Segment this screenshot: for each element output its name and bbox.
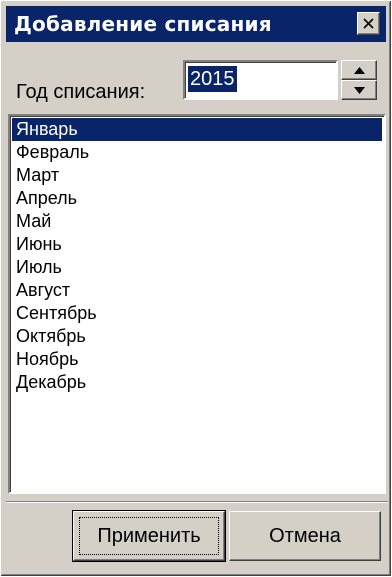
month-item[interactable]: Сентябрь: [12, 302, 382, 325]
month-list[interactable]: Январь Февраль Март Апрель Май Июнь Июль Август…: [8, 114, 386, 494]
month-item[interactable]: Октябрь: [12, 325, 382, 348]
month-item[interactable]: Декабрь: [12, 371, 382, 394]
focus-rect: [79, 517, 219, 555]
arrow-up-icon: [354, 67, 365, 74]
spin-down-button[interactable]: [341, 80, 377, 100]
month-item[interactable]: Апрель: [12, 187, 382, 210]
title-bar[interactable]: Добавление списания: [6, 6, 386, 42]
divider: [6, 501, 388, 503]
dialog-window: Добавление списания Год списания: 2015 Я…: [0, 0, 392, 577]
month-item[interactable]: Февраль: [12, 141, 382, 164]
cancel-button[interactable]: Отмена: [229, 511, 381, 561]
close-icon: [363, 18, 374, 29]
month-item[interactable]: Март: [12, 164, 382, 187]
month-item[interactable]: Июль: [12, 256, 382, 279]
month-item[interactable]: Июнь: [12, 233, 382, 256]
month-item[interactable]: Ноябрь: [12, 348, 382, 371]
close-button[interactable]: [357, 12, 380, 35]
year-spinner[interactable]: [341, 60, 377, 100]
year-label: Год списания:: [16, 81, 146, 103]
year-input[interactable]: 2015: [183, 60, 338, 100]
arrow-down-icon: [354, 87, 365, 94]
year-value: 2015: [188, 66, 237, 92]
month-item[interactable]: Август: [12, 279, 382, 302]
spin-up-button[interactable]: [341, 60, 377, 80]
month-item[interactable]: Январь: [12, 118, 382, 141]
window-title: Добавление списания: [14, 12, 272, 36]
apply-button[interactable]: Применить: [72, 510, 226, 562]
cancel-button-label: Отмена: [269, 525, 341, 547]
month-item[interactable]: Май: [12, 210, 382, 233]
